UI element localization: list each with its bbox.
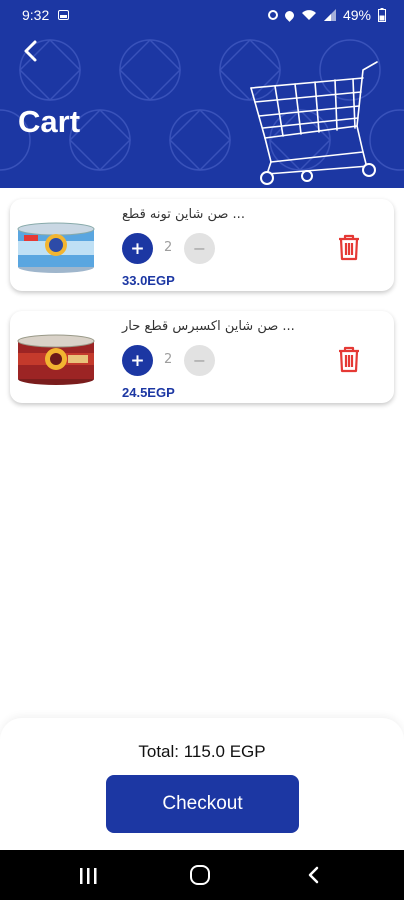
- checkout-panel: Total: 115.0 EGP Checkout: [0, 718, 404, 850]
- trash-icon: [339, 234, 359, 261]
- product-name: صن شاين اكسبرس قطع حار ...: [122, 319, 295, 334]
- product-image: [17, 334, 95, 385]
- back-arrow-icon: [24, 40, 37, 62]
- minus-icon: −: [192, 351, 207, 370]
- product-name: صن شاين تونه قطع ...: [122, 207, 245, 222]
- product-image: [17, 222, 95, 273]
- plus-icon: +: [130, 350, 145, 371]
- gallery-icon: [58, 10, 69, 20]
- cart-total: Total: 115.0 EGP: [138, 742, 266, 761]
- alarm-icon: [267, 10, 278, 20]
- quantity-minus-button[interactable]: −: [184, 345, 215, 376]
- cart-item: صن شاين اكسبرس قطع حار ... + 2 − 24.5EGP: [10, 311, 394, 403]
- header-banner: Cart: [0, 30, 404, 188]
- cart-item: صن شاين تونه قطع ... + 2 − 33.0EGP: [10, 199, 394, 291]
- battery-icon: [378, 8, 386, 22]
- recents-icon[interactable]: [78, 867, 98, 885]
- checkout-button[interactable]: Checkout: [106, 775, 299, 833]
- quantity-value: 2: [164, 352, 173, 367]
- quantity-minus-button[interactable]: −: [184, 233, 215, 264]
- wifi-icon: [301, 9, 317, 21]
- location-icon: [283, 8, 296, 22]
- status-icons: 49%: [267, 7, 386, 23]
- quantity-value: 2: [164, 240, 173, 255]
- nav-back-icon[interactable]: [306, 866, 320, 884]
- back-button[interactable]: [16, 36, 46, 66]
- signal-icon: [323, 9, 336, 21]
- battery-percent: 49%: [342, 7, 371, 23]
- status-time: 9:32: [22, 7, 50, 23]
- delete-item-button[interactable]: [336, 233, 362, 261]
- delete-item-button[interactable]: [336, 345, 362, 373]
- quantity-plus-button[interactable]: +: [122, 233, 153, 264]
- home-icon[interactable]: [190, 865, 210, 885]
- system-nav-bar: [0, 850, 404, 900]
- shopping-cart-icon: [250, 61, 378, 185]
- item-price: 24.5EGP: [122, 385, 175, 400]
- minus-icon: −: [192, 239, 207, 258]
- status-bar: 9:32 49%: [0, 0, 404, 30]
- plus-icon: +: [130, 238, 145, 259]
- trash-icon: [339, 346, 359, 373]
- page-title: Cart: [18, 104, 81, 139]
- quantity-plus-button[interactable]: +: [122, 345, 153, 376]
- item-price: 33.0EGP: [122, 273, 175, 288]
